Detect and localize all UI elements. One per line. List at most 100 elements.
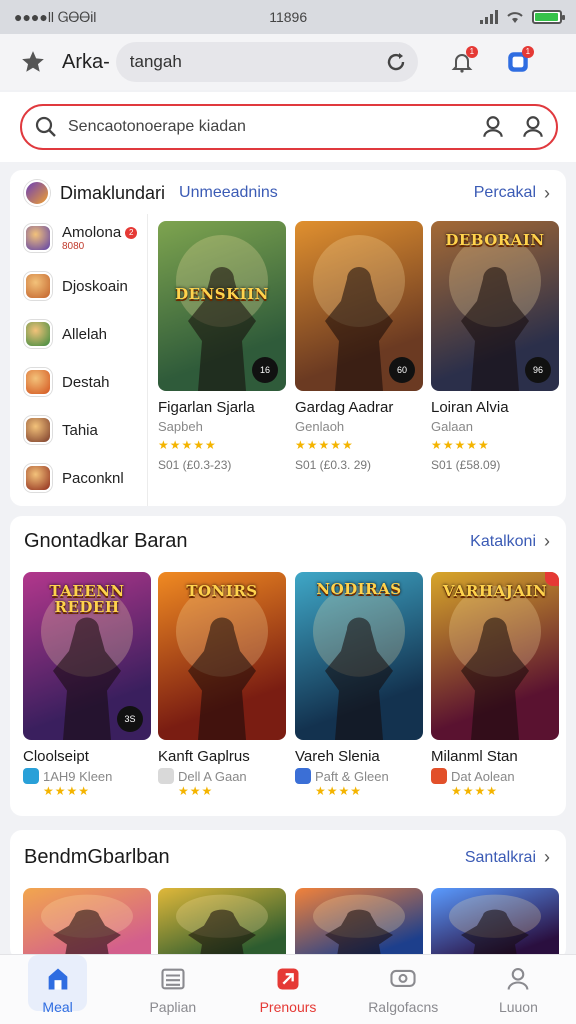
category-badge: 2 <box>125 227 138 240</box>
game-thumbnail[interactable]: DEBORAIN 96 <box>431 221 559 391</box>
nav-tab-promotions[interactable]: Prenours <box>230 955 345 1024</box>
game-thumbnail[interactable] <box>23 888 151 960</box>
section-logo-icon <box>24 180 50 206</box>
game-thumbnail[interactable] <box>431 888 559 960</box>
game-card[interactable]: DENSKIIN 16 Figarlan Sjarla Sapbeh ★★★★★… <box>158 221 286 472</box>
category-item[interactable]: Tahia <box>10 406 147 454</box>
search-input[interactable] <box>68 118 480 136</box>
app-bar: Arka- tangah 1 1 <box>0 34 576 90</box>
age-rating-badge: 96 <box>525 357 551 383</box>
profile-search-icon[interactable] <box>520 114 546 140</box>
voice-search-icon[interactable] <box>480 114 506 140</box>
see-more-link[interactable]: Santalkrai › <box>465 847 550 868</box>
see-more-link[interactable]: Percakal › <box>474 183 550 204</box>
game-name: Milanml Stan <box>431 748 518 765</box>
rating-stars: ★★★★ <box>315 784 363 798</box>
category-label: Amolona <box>62 224 122 241</box>
category-label-group: Amolona 2 8080 <box>62 224 138 252</box>
nav-tab-profile[interactable]: Luuon <box>461 955 576 1024</box>
game-thumbnail[interactable]: NODIRAS <box>295 572 423 740</box>
category-label: Paconknl <box>62 469 124 487</box>
game-thumbnail[interactable]: TONIRS <box>158 572 286 740</box>
section-header: BendmGbarlban Santalkrai › <box>24 846 550 869</box>
game-name: Gardag Aadrar <box>295 399 394 416</box>
game-developer: Galaan <box>431 419 473 434</box>
see-more-link[interactable]: Katalkoni › <box>470 531 550 552</box>
game-thumbnail[interactable]: VARHAJAIN <box>431 572 559 740</box>
status-left: ●●●●ll ᏀᎾᎾᎥl <box>14 9 96 26</box>
nav-label: Prenours <box>259 998 317 1015</box>
nav-tab-home[interactable]: Meal <box>0 955 115 1024</box>
star-icon[interactable] <box>20 49 46 75</box>
age-rating-badge: 60 <box>389 357 415 383</box>
game-art-title: TAEENN REDEH <box>49 582 125 616</box>
refresh-icon[interactable] <box>384 50 408 74</box>
game-developer: Sapbeh <box>158 419 203 434</box>
game-card[interactable]: DEBORAIN 96 Loiran Alvia Galaan ★★★★★ S0… <box>431 221 559 472</box>
game-art <box>449 894 541 960</box>
category-label: Tahia <box>62 421 98 439</box>
category-icon <box>24 464 52 492</box>
see-more-label: Santalkrai <box>464 848 536 866</box>
game-developer: Genlaoh <box>295 419 345 434</box>
game-card[interactable]: TAEENN REDEH 3S Cloolseipt 1AH9 Kleen ★★… <box>23 572 151 798</box>
game-art-title: DENSKIIN <box>175 285 269 303</box>
cart-icon <box>390 969 416 987</box>
age-rating-badge: 16 <box>252 357 278 383</box>
section-header: Dimaklundari Unmeeadnins Percakal › <box>24 180 550 206</box>
game-card[interactable]: VARHAJAIN Milanml Stan Dat Aolean ★★★★ <box>431 572 559 798</box>
category-sub: 8080 <box>62 241 85 252</box>
search-icon <box>35 116 56 137</box>
age-rating-badge: 3S <box>117 706 143 732</box>
new-ribbon <box>545 572 559 586</box>
game-card[interactable]: NODIRAS Vareh Slenia Paft & Gleen ★★★★ <box>295 572 423 798</box>
game-card[interactable]: TONIRS Kanft Gaplrus Dell A Gaan ★★★ <box>158 572 286 798</box>
game-thumbnail[interactable] <box>295 888 423 960</box>
game-art <box>313 894 405 960</box>
category-label: Djoskoain <box>62 277 128 295</box>
game-card[interactable]: 60 Gardag Aadrar Genlaoh ★★★★★ S01 (£0.3… <box>295 221 423 472</box>
nav-tab-cart[interactable]: Ralgofacns <box>346 955 461 1024</box>
nav-label: Luuon <box>498 998 538 1015</box>
search-area <box>0 92 576 162</box>
status-bar: ●●●●ll ᏀᎾᎾᎥl 11896 <box>0 0 576 34</box>
category-item[interactable]: Djoskoain <box>10 262 147 310</box>
game-name: Kanft Gaplrus <box>158 748 250 765</box>
game-name: Vareh Slenia <box>295 748 380 765</box>
game-developer: 1AH9 Kleen <box>43 768 113 784</box>
game-developer-row: Paft & Gleen <box>295 768 423 784</box>
category-icon <box>24 320 52 348</box>
category-item[interactable]: Destah <box>10 358 147 406</box>
notifications-button[interactable]: 1 <box>444 44 480 80</box>
bottom-navigation: Meal Paplian Prenours Ralgofacns Luuon <box>0 954 576 1024</box>
category-icon <box>24 272 52 300</box>
category-item[interactable]: Allelah <box>10 310 147 358</box>
game-thumbnail[interactable]: 60 <box>295 221 423 391</box>
game-price: S01 (£58.09) <box>431 458 501 472</box>
game-developer-row: Dat Aolean <box>431 768 559 784</box>
game-thumbnail[interactable]: DENSKIIN 16 <box>158 221 286 391</box>
address-bar[interactable]: tangah <box>115 42 418 82</box>
section-title: Dimaklundari <box>60 182 166 203</box>
rating-stars: ★★★★★ <box>158 438 217 452</box>
game-name: Loiran Alvia <box>431 399 509 416</box>
developer-icon <box>158 768 174 784</box>
category-item[interactable]: Paconknl <box>10 454 147 502</box>
rating-stars: ★★★★ <box>451 784 499 798</box>
game-developer: Dat Aolean <box>451 768 515 784</box>
nav-tab-list[interactable]: Paplian <box>115 955 230 1024</box>
game-thumbnail[interactable]: TAEENN REDEH 3S <box>23 572 151 740</box>
category-item[interactable]: Amolona 2 8080 <box>10 214 147 262</box>
see-more-label: Percakal <box>473 184 536 201</box>
game-thumbnail[interactable] <box>158 888 286 960</box>
battery-level <box>535 13 559 21</box>
list-icon <box>161 968 185 989</box>
section-subtitle[interactable]: Unmeeadnins <box>179 184 278 202</box>
apps-button[interactable]: 1 <box>500 44 536 80</box>
game-developer-row: 1AH9 Kleen <box>23 768 151 784</box>
game-developer: Dell A Gaan <box>178 768 247 784</box>
profile-icon <box>508 967 529 990</box>
game-art-title: NODIRAS <box>316 580 402 598</box>
section-recommended: Gnontadkar Baran Katalkoni › TAEENN REDE… <box>10 516 566 816</box>
search-box[interactable] <box>20 104 558 150</box>
